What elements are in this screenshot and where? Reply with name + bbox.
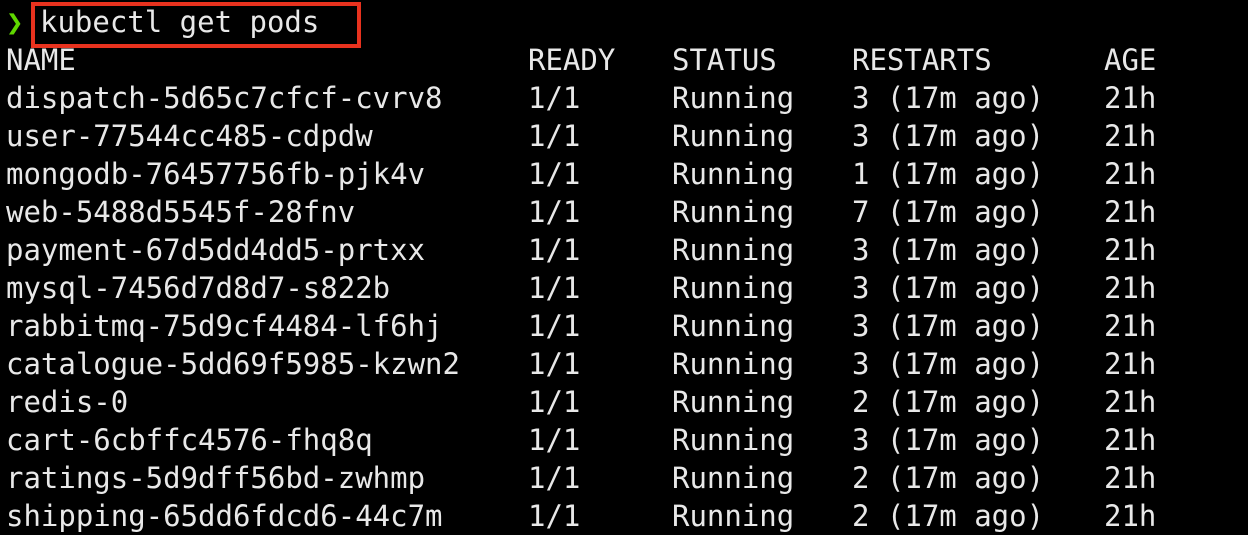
header-ready: READY: [528, 43, 616, 77]
cell-status: Running: [672, 233, 795, 267]
cell-status: Running: [672, 271, 795, 305]
cell-status: Running: [672, 423, 795, 457]
cell-name: rabbitmq-75d9cf4484-lf6hj: [6, 309, 443, 343]
cell-name: dispatch-5d65c7cfcf-cvrv8: [6, 81, 443, 115]
cell-status: Running: [672, 81, 795, 115]
cell-age: 21h: [1104, 195, 1157, 229]
cell-status: Running: [672, 157, 795, 191]
cell-ready: 1/1: [528, 195, 581, 229]
cell-name: web-5488d5545f-28fnv: [6, 195, 356, 229]
cell-ready: 1/1: [528, 157, 581, 191]
cell-ready: 1/1: [528, 233, 581, 267]
cell-name: ratings-5d9dff56bd-zwhmp: [6, 461, 426, 495]
cell-name: shipping-65dd6fdcd6-44c7m: [6, 499, 443, 533]
cell-restarts: 3 (17m ago): [852, 347, 1045, 381]
cell-age: 21h: [1104, 157, 1157, 191]
table-row: mongodb-76457756fb-pjk4v 1/1 Running 1 (17m…: [0, 155, 1248, 193]
cell-restarts: 3 (17m ago): [852, 309, 1045, 343]
cell-age: 21h: [1104, 309, 1157, 343]
table-row: rabbitmq-75d9cf4484-lf6hj 1/1 Running 3 (17…: [0, 307, 1248, 345]
cell-restarts: 3 (17m ago): [852, 119, 1045, 153]
cell-restarts: 2 (17m ago): [852, 385, 1045, 419]
header-status: STATUS: [672, 43, 777, 77]
cell-ready: 1/1: [528, 347, 581, 381]
prompt-line: ❯ kubectl get pods: [0, 2, 1248, 48]
table-row: cart-6cbffc4576-fhq8q 1/1 Running 3 (17m ag…: [0, 421, 1248, 459]
cell-restarts: 1 (17m ago): [852, 157, 1045, 191]
cell-name: mongodb-76457756fb-pjk4v: [6, 157, 426, 191]
cell-age: 21h: [1104, 423, 1157, 457]
cell-name: cart-6cbffc4576-fhq8q: [6, 423, 373, 457]
cell-ready: 1/1: [528, 309, 581, 343]
cell-ready: 1/1: [528, 81, 581, 115]
table-row: web-5488d5545f-28fnv 1/1 Running 7 (17m ago…: [0, 193, 1248, 231]
cell-ready: 1/1: [528, 271, 581, 305]
cell-age: 21h: [1104, 385, 1157, 419]
table-row: ratings-5d9dff56bd-zwhmp 1/1 Running 2 (17m…: [0, 459, 1248, 497]
cell-age: 21h: [1104, 271, 1157, 305]
table-row: dispatch-5d65c7cfcf-cvrv8 1/1 Running 3 (17…: [0, 79, 1248, 117]
cell-age: 21h: [1104, 81, 1157, 115]
cell-age: 21h: [1104, 499, 1157, 533]
prompt-chevron-icon: ❯: [6, 5, 24, 39]
table-row: shipping-65dd6fdcd6-44c7m 1/1 Running 2 (17…: [0, 497, 1248, 535]
table-row: redis-0 1/1 Running 2 (17m ago) 21h: [0, 383, 1248, 421]
cell-ready: 1/1: [528, 461, 581, 495]
cell-age: 21h: [1104, 461, 1157, 495]
header-age: AGE: [1104, 43, 1157, 77]
cell-status: Running: [672, 461, 795, 495]
cell-status: Running: [672, 499, 795, 533]
cell-ready: 1/1: [528, 499, 581, 533]
cell-restarts: 2 (17m ago): [852, 461, 1045, 495]
cell-name: payment-67d5dd4dd5-prtxx: [6, 233, 426, 267]
cell-name: redis-0: [6, 385, 129, 419]
cell-ready: 1/1: [528, 423, 581, 457]
cell-status: Running: [672, 119, 795, 153]
cell-age: 21h: [1104, 233, 1157, 267]
cell-restarts: 3 (17m ago): [852, 423, 1045, 457]
table-row: user-77544cc485-cdpdw 1/1 Running 3 (17m ag…: [0, 117, 1248, 155]
cell-status: Running: [672, 385, 795, 419]
cell-name: mysql-7456d7d8d7-s822b: [6, 271, 391, 305]
table-row: catalogue-5dd69f5985-kzwn2 1/1 Running 3 (1…: [0, 345, 1248, 383]
cell-ready: 1/1: [528, 385, 581, 419]
cell-status: Running: [672, 347, 795, 381]
command-text[interactable]: kubectl get pods: [40, 3, 319, 41]
cell-status: Running: [672, 309, 795, 343]
table-row: payment-67d5dd4dd5-prtxx 1/1 Running 3 (17m…: [0, 231, 1248, 269]
cell-restarts: 2 (17m ago): [852, 499, 1045, 533]
cell-restarts: 3 (17m ago): [852, 81, 1045, 115]
cell-restarts: 3 (17m ago): [852, 271, 1045, 305]
cell-restarts: 7 (17m ago): [852, 195, 1045, 229]
terminal-window[interactable]: ❯ kubectl get pods NAME READY STATUS RES…: [0, 0, 1248, 534]
cell-name: user-77544cc485-cdpdw: [6, 119, 373, 153]
cell-age: 21h: [1104, 347, 1157, 381]
cell-status: Running: [672, 195, 795, 229]
cell-restarts: 3 (17m ago): [852, 233, 1045, 267]
table-header-row: NAME READY STATUS RESTARTS AGE: [0, 41, 1248, 79]
cell-name: catalogue-5dd69f5985-kzwn2: [6, 347, 460, 381]
cell-ready: 1/1: [528, 119, 581, 153]
table-row: mysql-7456d7d8d7-s822b 1/1 Running 3 (17m a…: [0, 269, 1248, 307]
header-restarts: RESTARTS: [852, 43, 992, 77]
cell-age: 21h: [1104, 119, 1157, 153]
header-name: NAME: [6, 43, 76, 77]
